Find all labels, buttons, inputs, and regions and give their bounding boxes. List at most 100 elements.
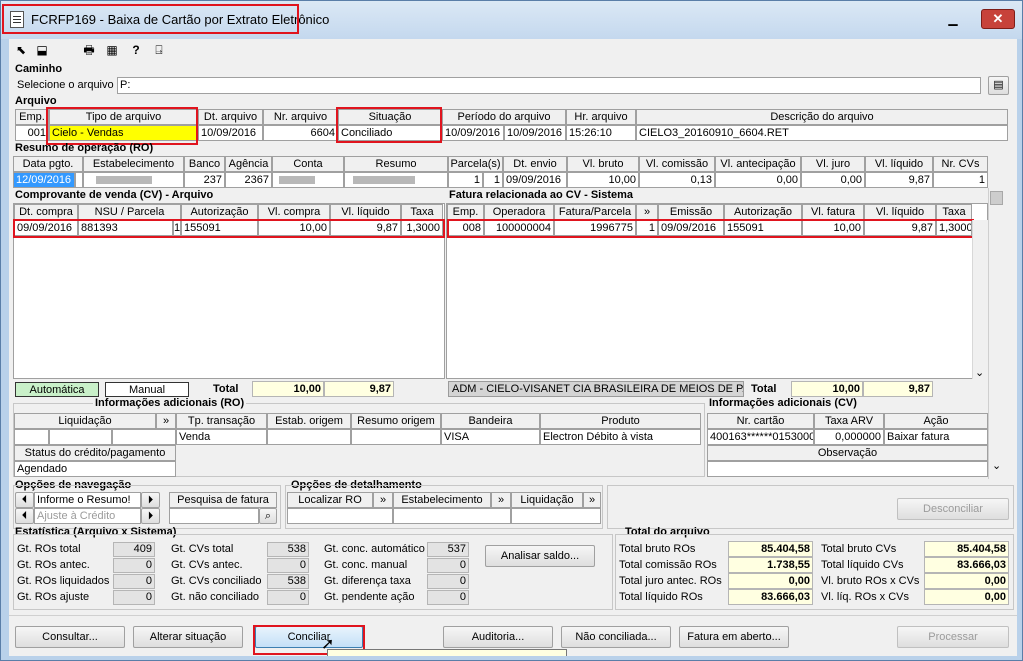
arquivo-dt[interactable]: 10/09/2016 (198, 125, 263, 141)
resumo-estab[interactable] (83, 172, 184, 188)
close-button[interactable]: ✕ (981, 9, 1015, 29)
resumo-conta[interactable] (272, 172, 344, 188)
resumo-resumo[interactable] (344, 172, 448, 188)
masked-text (279, 176, 315, 184)
info-liq-3[interactable] (112, 429, 176, 445)
det-expand-2[interactable]: » (491, 492, 511, 508)
resumo-parcela-a[interactable]: 1 (448, 172, 483, 188)
print-icon[interactable]: 🖶 (81, 42, 97, 58)
arquivo-descricao[interactable]: CIELO3_20160910_6604.RET (636, 125, 1008, 141)
infocv-acao[interactable]: Baixar fatura (884, 429, 988, 445)
processar-button[interactable]: Processar (897, 626, 1009, 648)
prev-ro-button[interactable]: ⏴ (15, 492, 34, 508)
infocv-col-cartao: Nr. cartão (707, 413, 814, 429)
status-value[interactable]: Agendado (14, 461, 176, 477)
prev-ajuste-button[interactable]: ⏴ (15, 508, 34, 524)
arquivo-hr[interactable]: 15:26:10 (566, 125, 636, 141)
browse-file-icon[interactable]: ▤ (988, 76, 1009, 95)
resumo-nr-cvs[interactable]: 1 (933, 172, 988, 188)
layout-icon[interactable]: ⬓ (34, 42, 50, 58)
info-col-resumo: Resumo origem (351, 413, 441, 429)
resumo-data[interactable]: 12/09/2016 (13, 172, 75, 188)
arquivo-nr[interactable]: 6604 (263, 125, 338, 141)
det-estab-input[interactable] (393, 508, 511, 524)
consultar-button[interactable]: Consultar... (15, 626, 125, 648)
informe-resumo-field[interactable]: Informe o Resumo! (34, 492, 141, 508)
det-liquidacao-input[interactable] (511, 508, 601, 524)
resumo-antecipacao[interactable]: 0,00 (715, 172, 801, 188)
search-icon[interactable]: ⌕ (259, 508, 277, 524)
manual-indicator: Manual (105, 382, 189, 397)
resumo-banco[interactable]: 237 (184, 172, 225, 188)
det-expand-3[interactable]: » (583, 492, 601, 508)
fatura-total-label: Total (751, 383, 777, 395)
file-path-input[interactable]: P: (117, 77, 981, 94)
first-record-icon[interactable]: ⬉ (13, 42, 29, 58)
arquivo-periodo-ini[interactable]: 10/09/2016 (442, 125, 504, 141)
info-liq-2[interactable] (49, 429, 112, 445)
arquivo-emp[interactable]: 001 (15, 125, 49, 141)
col-data-pgto: Data pgto. (13, 156, 83, 172)
section-info-cv: Informações adicionais (CV) (709, 397, 857, 409)
tot-juro-ros: 0,00 (728, 573, 813, 589)
stat-dif-taxa: 0 (427, 574, 469, 589)
info-tp[interactable]: Venda (176, 429, 267, 445)
scroll-thumb[interactable] (990, 191, 1003, 205)
exit-door-icon[interactable]: ⍈ (151, 42, 167, 58)
col-vl-liquido: Vl. líquido (865, 156, 933, 172)
resumo-bruto[interactable]: 10,00 (567, 172, 639, 188)
nao-conciliada-button[interactable]: Não conciliada... (561, 626, 671, 648)
info-estab[interactable] (267, 429, 351, 445)
col-dt: Dt. arquivo (198, 109, 263, 125)
main-scrollbar[interactable] (988, 188, 1005, 479)
resumo-data-pad (75, 172, 83, 188)
scroll-down-icon[interactable]: ⌄ (975, 366, 984, 380)
cv-col-compra: Vl. compra (258, 204, 330, 220)
cv-total-compra: 10,00 (252, 381, 324, 397)
info-col-bandeira: Bandeira (441, 413, 540, 429)
fatura-scrollbar[interactable] (972, 220, 989, 379)
desconciliar-button[interactable]: Desconciliar (897, 498, 1009, 520)
resumo-parcela-b[interactable]: 1 (483, 172, 503, 188)
alterar-situacao-button[interactable]: Alterar situação (133, 626, 243, 648)
next-ajuste-button[interactable]: ⏵ (141, 508, 160, 524)
analisar-saldo-button[interactable]: Analisar saldo... (485, 545, 595, 567)
fat-expand-button[interactable]: » (636, 204, 658, 220)
info-expand-button[interactable]: » (156, 413, 176, 429)
stat-dif-taxa-label: Gt. diferença taxa (324, 575, 411, 587)
arquivo-periodo-fim[interactable]: 10/09/2016 (504, 125, 566, 141)
det-localizar-input[interactable] (287, 508, 393, 524)
det-expand-1[interactable]: » (373, 492, 393, 508)
stat-conc-auto: 537 (427, 542, 469, 557)
ajuste-credito-field[interactable]: Ajuste à Crédito (34, 508, 141, 524)
resumo-agencia[interactable]: 2367 (225, 172, 272, 188)
obs-value[interactable] (707, 461, 988, 477)
section-arquivo: Arquivo (15, 95, 57, 107)
situacao-highlight (336, 107, 442, 143)
stat-conc-auto-label: Gt. conc. automático (324, 543, 425, 555)
resumo-dt-envio[interactable]: 09/09/2016 (503, 172, 567, 188)
auditoria-button[interactable]: Auditoria... (443, 626, 553, 648)
pesquisa-fatura-input[interactable] (169, 508, 259, 524)
next-ro-button[interactable]: ⏵ (141, 492, 160, 508)
infocv-taxa[interactable]: 0,000000 (814, 429, 884, 445)
resumo-comissao[interactable]: 0,13 (639, 172, 715, 188)
cv-col-dt: Dt. compra (14, 204, 78, 220)
info-liq-1[interactable] (14, 429, 49, 445)
fatura-aberto-button[interactable]: Fatura em aberto... (679, 626, 789, 648)
info-bandeira[interactable]: VISA (441, 429, 540, 445)
stat-ros-ajuste: 0 (113, 590, 155, 605)
grid-icon[interactable]: ▦ (104, 42, 120, 58)
stat-cvs-conc-label: Gt. CVs conciliado (171, 575, 262, 587)
resumo-juro[interactable]: 0,00 (801, 172, 865, 188)
help-icon[interactable]: ? (128, 42, 144, 58)
minimize-button[interactable]: ▁ (940, 10, 966, 30)
infocv-cartao[interactable]: 400163******0153000 (707, 429, 814, 445)
det-col-estab: Estabelecimento (393, 492, 491, 508)
tot-liquido-cvs-label: Total líquido CVs (821, 559, 904, 571)
main-scroll-down-icon[interactable]: ⌄ (992, 459, 1001, 473)
resumo-liquido[interactable]: 9,87 (865, 172, 933, 188)
tot-comissao-ros: 1.738,55 (728, 557, 813, 573)
info-produto[interactable]: Electron Débito à vista (540, 429, 701, 445)
info-resumo[interactable] (351, 429, 441, 445)
